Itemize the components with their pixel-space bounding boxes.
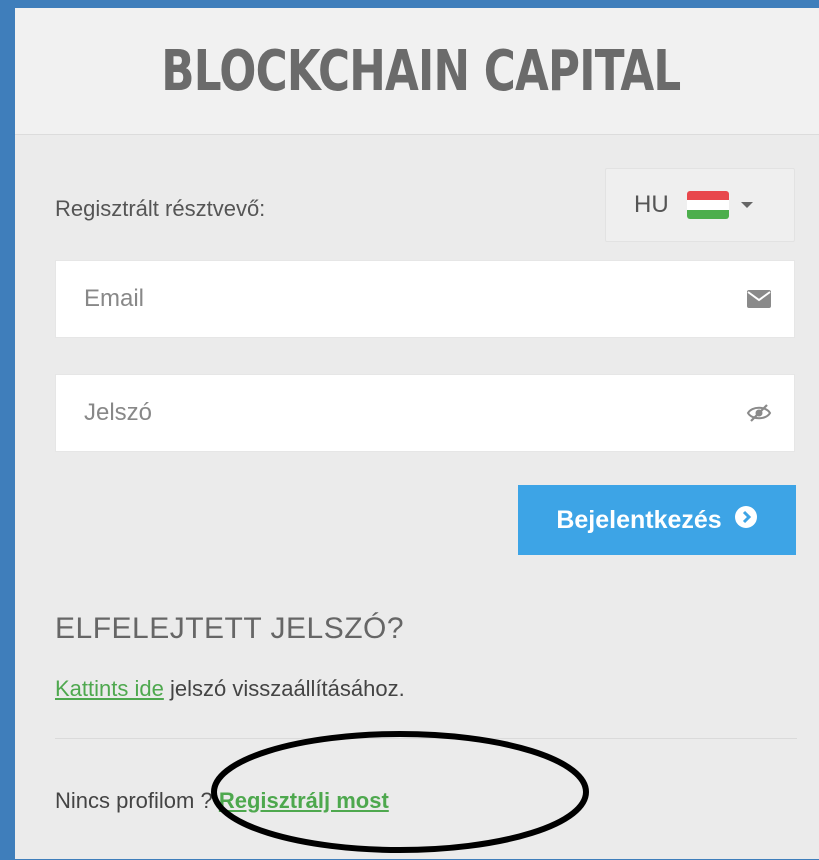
- password-input[interactable]: [82, 398, 746, 428]
- hungary-flag-icon: [686, 191, 729, 219]
- chevron-circle-right-icon: [734, 505, 758, 536]
- register-now-link[interactable]: Regisztrálj most: [219, 788, 389, 813]
- reset-password-line: Kattints ide jelszó visszaállításához.: [55, 676, 405, 702]
- reset-password-link[interactable]: Kattints ide: [55, 676, 164, 701]
- envelope-icon: [746, 286, 772, 312]
- email-field[interactable]: [55, 260, 795, 338]
- login-button-label: Bejelentkezés: [556, 505, 722, 534]
- login-button[interactable]: Bejelentkezés: [518, 485, 796, 555]
- brand-title: BLOCKCHAIN CAPITAL: [161, 38, 681, 104]
- caret-down-icon: [740, 202, 753, 208]
- reset-password-text: jelszó visszaállításához.: [163, 676, 405, 701]
- language-code: HU: [634, 191, 669, 218]
- no-profile-text: Nincs profilom ?: [55, 788, 219, 813]
- login-panel: BLOCKCHAIN CAPITAL Regisztrált résztvevő…: [15, 8, 819, 859]
- registered-participant-label: Regisztrált résztvevő:: [55, 196, 266, 221]
- eye-slash-icon[interactable]: [746, 400, 772, 426]
- language-selector[interactable]: HU: [605, 168, 795, 242]
- password-field[interactable]: [55, 374, 795, 452]
- no-profile-line: Nincs profilom ? Regisztrálj most: [55, 788, 389, 814]
- divider: [55, 738, 797, 739]
- forgot-password-heading: ELFELEJTETT JELSZÓ?: [55, 612, 405, 645]
- header: BLOCKCHAIN CAPITAL: [15, 8, 819, 135]
- email-input[interactable]: [82, 284, 746, 314]
